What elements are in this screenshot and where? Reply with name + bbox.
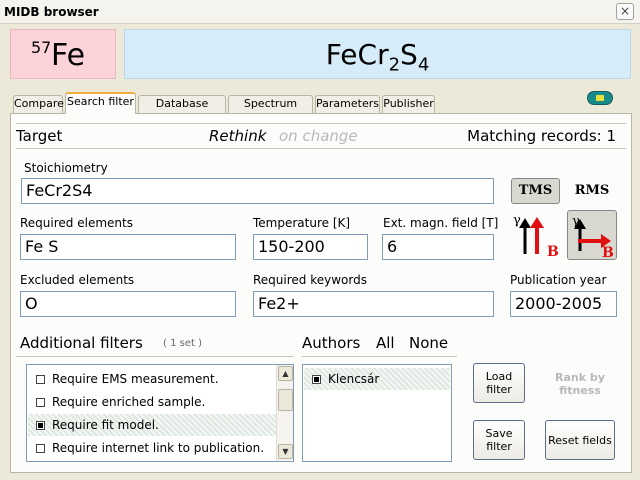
list-item[interactable]: Klencsár	[304, 368, 450, 390]
temperature-label: Temperature [K]	[253, 216, 351, 230]
on-change-label: on change	[279, 127, 358, 145]
required-keywords-input[interactable]: Fe2+	[253, 291, 494, 317]
tms-button[interactable]: TMS	[511, 178, 560, 204]
stoichiometry-input[interactable]: FeCr2S4	[21, 178, 494, 204]
tab-parameters[interactable]: Parameters	[315, 95, 380, 113]
checkbox[interactable]	[36, 421, 45, 430]
formula-display: FeCr2S4	[124, 29, 631, 79]
isotope-mass: 57	[31, 38, 52, 57]
required-keywords-label: Required keywords	[253, 273, 367, 287]
list-item[interactable]: Require internet link to publication.	[28, 437, 278, 459]
rank-by-fitness-button: Rank by fitness	[555, 371, 605, 397]
required-elements-input[interactable]: Fe S	[20, 234, 236, 260]
authors-none-link[interactable]: None	[409, 334, 448, 352]
temperature-input[interactable]: 150-200	[253, 234, 368, 260]
svg-text:B: B	[602, 245, 614, 259]
checkbox[interactable]	[36, 375, 45, 384]
svg-text:B: B	[547, 244, 559, 260]
filters-divider	[16, 356, 294, 357]
filters-count: ( 1 set )	[163, 338, 202, 349]
tab-search-filter[interactable]: Search filter	[65, 92, 136, 114]
scroll-down-icon[interactable]: ▼	[278, 444, 293, 459]
isotope-symbol: Fe	[51, 38, 86, 73]
save-filter-button[interactable]: Save filter	[473, 420, 525, 460]
authors-divider	[302, 356, 457, 357]
formula-text: FeCr2S4	[325, 38, 430, 76]
authors-label: Authors	[302, 334, 361, 352]
tab-database-record[interactable]: Database record	[138, 95, 226, 126]
target-bar: Target Rethink on change Matching record…	[16, 123, 626, 149]
tab-spectrum-image[interactable]: Spectrum image	[228, 95, 313, 126]
authors-all-link[interactable]: All	[376, 334, 395, 352]
excluded-elements-label: Excluded elements	[20, 273, 135, 287]
connection-icon[interactable]	[587, 91, 613, 105]
additional-filters-list[interactable]: Require EMS measurement. Require enriche…	[26, 364, 294, 462]
required-elements-label: Required elements	[20, 216, 133, 230]
authors-list[interactable]: Klencsár	[302, 364, 452, 462]
svg-text:γ: γ	[513, 213, 521, 228]
rms-button[interactable]: RMS	[570, 178, 614, 204]
list-item[interactable]: Require EMS measurement.	[28, 368, 278, 390]
excluded-elements-input[interactable]: O	[20, 291, 236, 317]
checkbox[interactable]	[36, 444, 45, 453]
checkbox[interactable]	[312, 375, 321, 384]
isotope-display: 57 Fe	[10, 29, 116, 79]
target-label: Target	[16, 127, 63, 145]
list-item[interactable]: Require enriched sample.	[28, 391, 278, 413]
matching-records: Matching records: 1	[467, 127, 616, 145]
publication-year-label: Publication year	[510, 273, 607, 287]
parallel-field-icon[interactable]: γ B	[511, 210, 561, 260]
perpendicular-field-icon[interactable]: γ B	[567, 210, 617, 261]
close-icon: ×	[619, 4, 631, 18]
close-button[interactable]: ×	[616, 3, 634, 20]
additional-filters-label: Additional filters	[20, 334, 143, 352]
title-bar: MIDB browser ×	[0, 0, 640, 24]
list-item[interactable]: Require fit model.	[28, 414, 278, 436]
ext-field-input[interactable]: 6	[382, 234, 494, 260]
publication-year-input[interactable]: 2000-2005	[510, 291, 617, 317]
filters-scrollbar[interactable]: ▲ ▼	[276, 365, 293, 461]
tab-compare[interactable]: Compare	[13, 95, 64, 113]
ext-field-label: Ext. magn. field [T]	[383, 216, 499, 230]
checkbox[interactable]	[36, 398, 45, 407]
stoichiometry-label: Stoichiometry	[24, 161, 108, 175]
tab-publisher[interactable]: Publisher	[382, 95, 435, 113]
scroll-up-icon[interactable]: ▲	[278, 366, 293, 381]
window-title: MIDB browser	[4, 5, 99, 19]
reset-fields-button[interactable]: Reset fields	[545, 420, 615, 460]
load-filter-button[interactable]: Load filter	[473, 363, 525, 403]
rethink-toggle[interactable]: Rethink	[209, 127, 266, 145]
scroll-thumb[interactable]	[278, 389, 293, 411]
